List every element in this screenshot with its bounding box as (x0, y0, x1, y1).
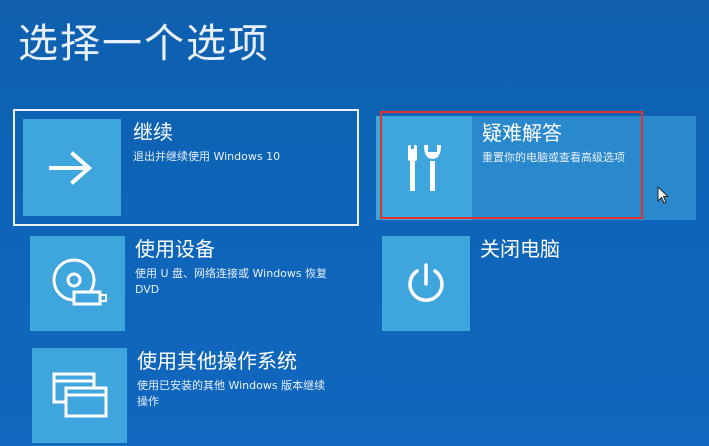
disc-usb-icon (52, 258, 107, 305)
continue-icon-box (23, 119, 121, 216)
troubleshoot-icon-box (376, 116, 472, 220)
troubleshoot-desc: 重置你的电脑或查看高级选项 (482, 151, 625, 164)
other-os-label: 使用其他操作系统 (137, 349, 297, 373)
troubleshoot-option[interactable]: 疑难解答 重置你的电脑或查看高级选项 (376, 116, 696, 220)
use-device-option[interactable]: 使用设备 使用 U 盘、网络连接或 Windows 恢复 DVD (30, 236, 350, 331)
use-device-icon-box (30, 236, 125, 331)
other-os-option[interactable]: 使用其他操作系统 使用已安装的其他 Windows 版本继续操作 (32, 348, 352, 443)
shutdown-label: 关闭电脑 (480, 237, 560, 261)
arrow-right-icon (49, 150, 93, 185)
continue-option[interactable]: 继续 退出并继续使用 Windows 10 (13, 109, 359, 226)
continue-label: 继续 (133, 120, 173, 144)
other-os-desc: 使用已安装的其他 Windows 版本继续操作 (137, 379, 326, 408)
page-title: 选择一个选项 (18, 21, 270, 67)
use-device-desc: 使用 U 盘、网络连接或 Windows 恢复 DVD (135, 267, 328, 296)
tools-icon (408, 143, 441, 191)
shutdown-option[interactable]: 关闭电脑 (382, 236, 682, 331)
mouse-cursor-icon (657, 186, 669, 204)
power-icon (408, 262, 444, 302)
continue-desc: 退出并继续使用 Windows 10 (133, 150, 281, 163)
windows-stack-icon (52, 372, 107, 417)
shutdown-icon-box (382, 236, 470, 331)
other-os-icon-box (32, 348, 127, 443)
troubleshoot-label: 疑难解答 (482, 121, 562, 145)
use-device-label: 使用设备 (135, 237, 215, 261)
